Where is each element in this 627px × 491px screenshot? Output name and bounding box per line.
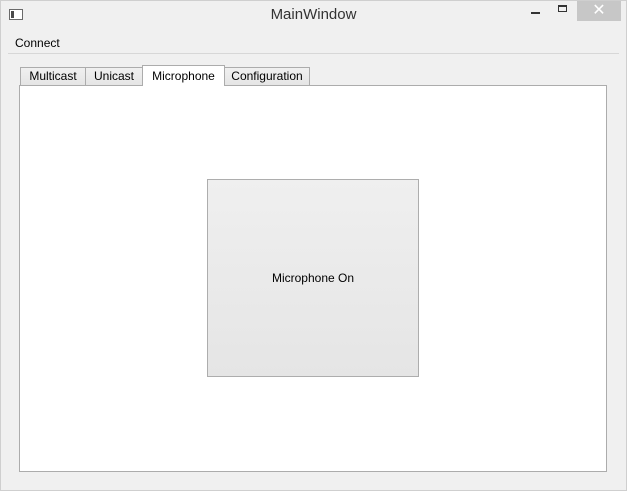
tab-multicast[interactable]: Multicast	[20, 67, 86, 85]
title-bar[interactable]: MainWindow ✕	[1, 1, 626, 31]
minimize-icon	[531, 12, 540, 14]
tab-microphone[interactable]: Microphone	[142, 65, 225, 86]
microphone-tab-pane: Microphone On	[19, 85, 607, 472]
tab-configuration[interactable]: Configuration	[224, 67, 310, 85]
menu-item-connect[interactable]: Connect	[15, 36, 60, 50]
close-button[interactable]: ✕	[577, 1, 621, 21]
microphone-toggle-label: Microphone On	[271, 271, 355, 285]
main-window: MainWindow ✕ Connect Multicast Unicast M…	[0, 0, 627, 491]
close-icon: ✕	[592, 2, 606, 19]
maximize-icon	[558, 5, 567, 12]
maximize-button[interactable]	[549, 1, 577, 21]
microphone-toggle-button[interactable]: Microphone On	[207, 179, 419, 377]
tab-unicast[interactable]: Unicast	[85, 67, 143, 85]
minimize-button[interactable]	[521, 1, 549, 21]
menu-bar: Connect	[8, 32, 619, 54]
